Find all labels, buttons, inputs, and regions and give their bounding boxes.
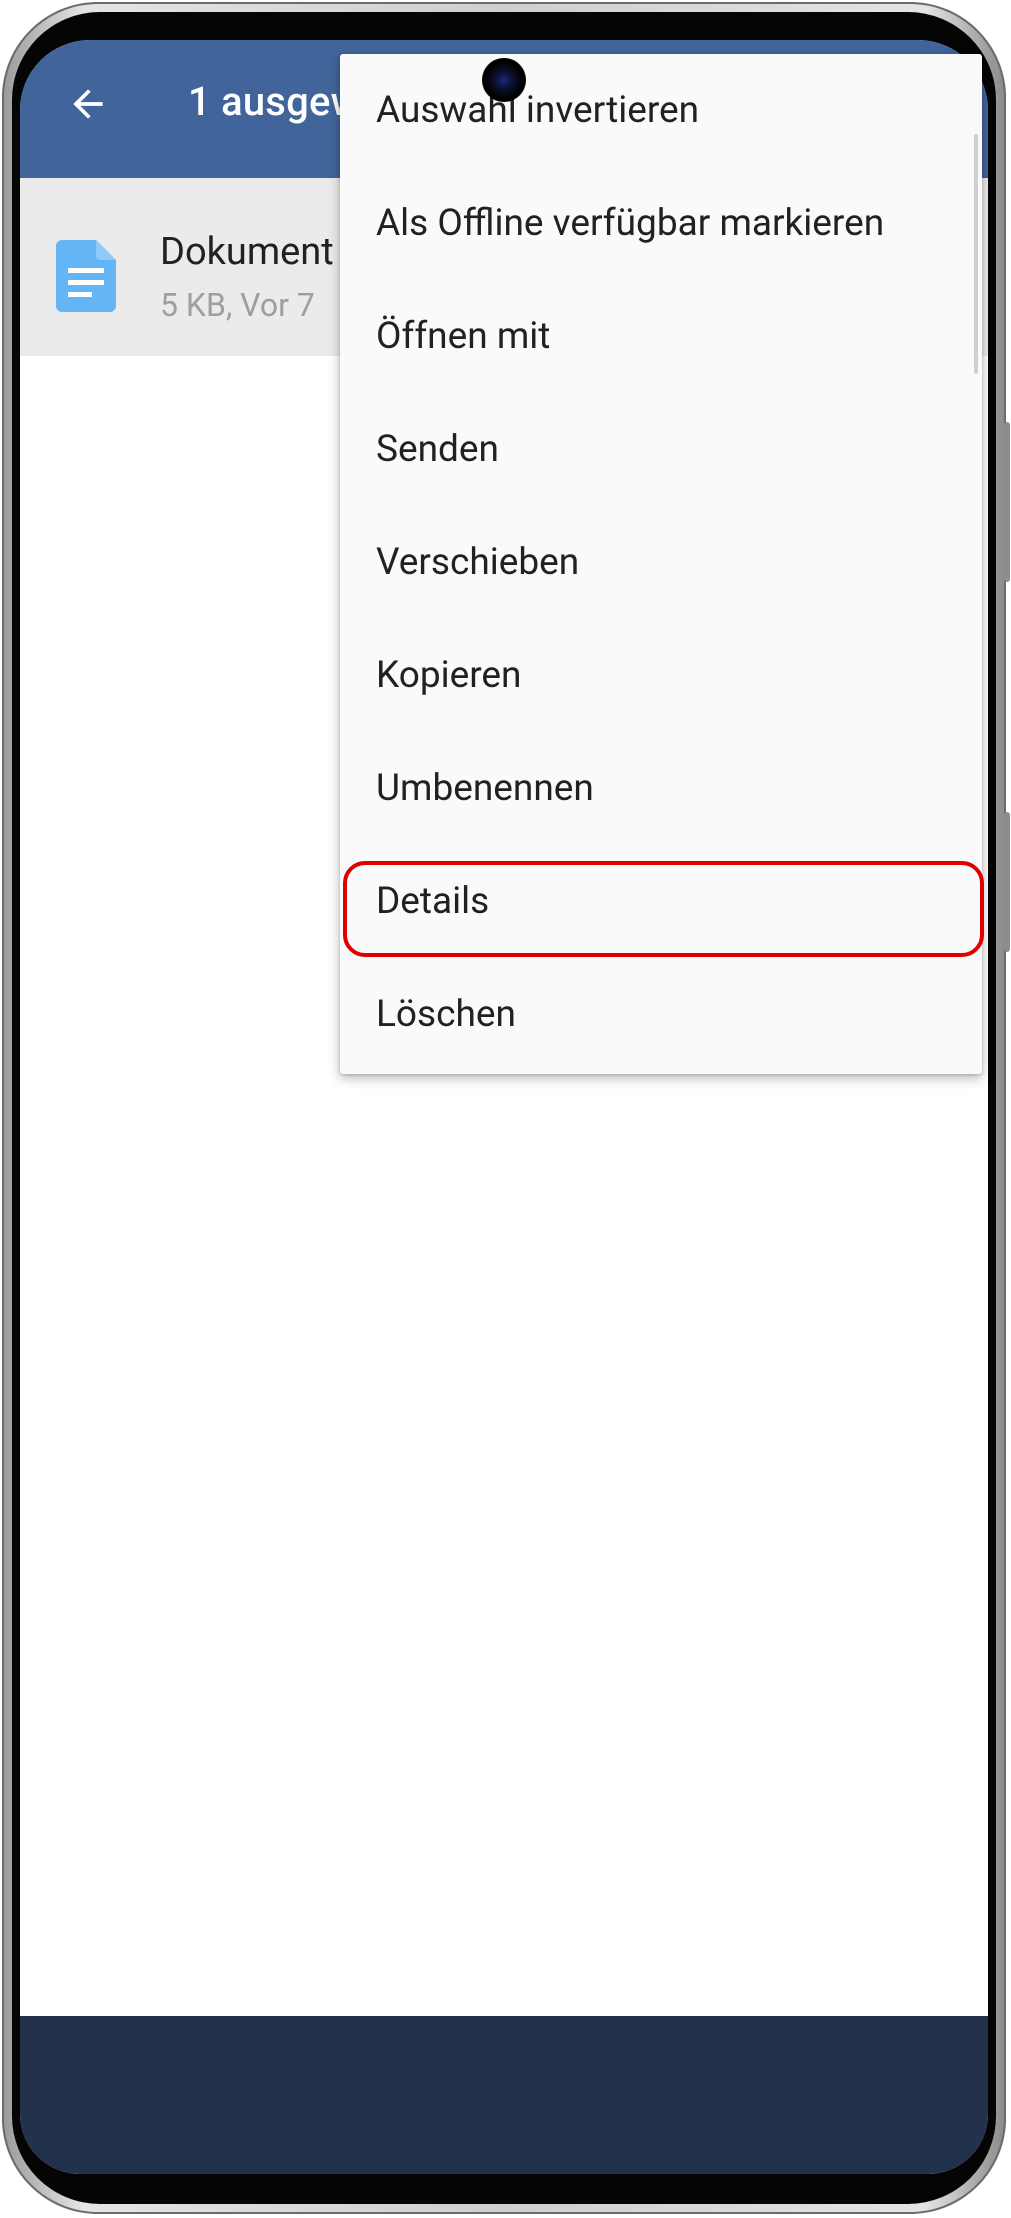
menu-item-delete[interactable]: Löschen — [340, 958, 982, 1071]
menu-item-open-with[interactable]: Öffnen mit — [340, 280, 982, 393]
document-icon — [56, 240, 116, 316]
menu-item-rename[interactable]: Umbenennen — [340, 732, 982, 845]
camera-icon — [482, 58, 526, 102]
menu-item-move[interactable]: Verschieben — [340, 506, 982, 619]
arrow-left-icon — [73, 89, 103, 119]
menu-item-invert-selection[interactable]: Auswahl invertieren — [340, 54, 982, 167]
menu-item-mark-offline[interactable]: Als Offline verfügbar markieren — [340, 167, 982, 280]
file-name: Dokument — [160, 230, 334, 274]
menu-scrollbar[interactable] — [974, 134, 978, 374]
details-highlight-box — [343, 861, 984, 957]
power-button — [1004, 812, 1010, 952]
back-button[interactable] — [58, 74, 118, 134]
volume-button — [1004, 422, 1010, 582]
menu-item-copy[interactable]: Kopieren — [340, 619, 982, 732]
file-meta: 5 KB, Vor 7 — [160, 286, 315, 324]
bottom-bar — [20, 2016, 988, 2174]
menu-item-send[interactable]: Senden — [340, 393, 982, 506]
